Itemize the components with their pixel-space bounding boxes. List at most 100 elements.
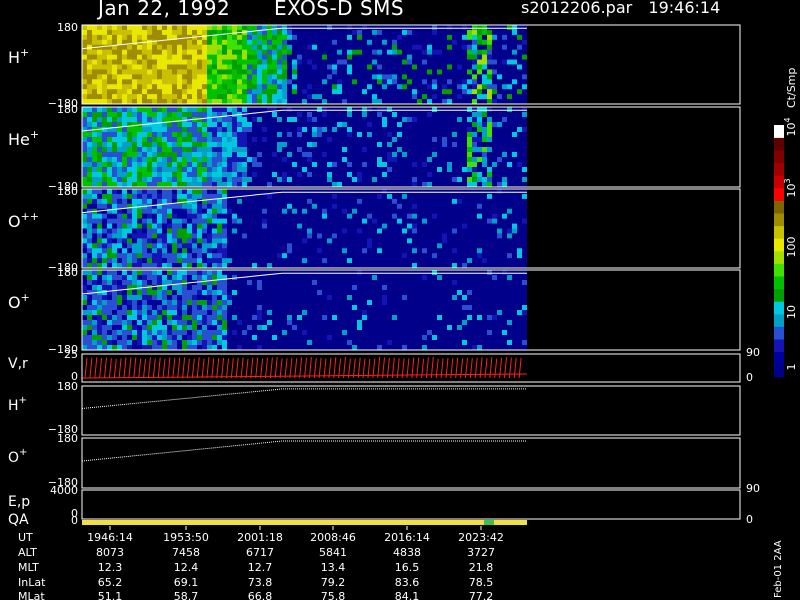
heatmap-cell xyxy=(522,117,527,123)
heatmap-cell xyxy=(297,39,302,46)
heatmap-cell xyxy=(117,238,122,244)
heatmap-cell xyxy=(142,147,147,153)
heatmap-cell xyxy=(282,325,287,331)
heatmap-cell xyxy=(492,157,497,163)
heatmap-cell xyxy=(182,203,187,210)
heatmap-cell xyxy=(407,238,412,244)
heatmap-cell xyxy=(277,325,282,331)
heatmap-cell xyxy=(372,54,377,61)
heatmap-cell xyxy=(227,137,232,143)
heatmap-cell xyxy=(432,79,437,85)
heatmap-cell xyxy=(92,335,97,341)
heatmap-cell xyxy=(512,39,517,46)
heatmap-cell xyxy=(342,64,347,70)
heatmap-cell xyxy=(327,218,332,225)
heatmap-cell xyxy=(322,167,327,173)
heatmap-cell xyxy=(492,218,497,225)
heatmap-cell xyxy=(452,218,457,225)
heatmap-cell xyxy=(102,335,107,341)
heatmap-cell xyxy=(447,172,452,178)
heatmap-cell xyxy=(207,228,212,234)
heatmap-cell xyxy=(237,213,242,220)
heatmap-cell xyxy=(502,142,507,148)
heatmap-cell xyxy=(517,117,522,123)
heatmap-cell xyxy=(352,34,357,41)
heatmap-cell xyxy=(197,258,202,264)
heatmap-cell xyxy=(407,94,412,100)
heatmap-cell xyxy=(192,54,197,61)
heatmap-cell xyxy=(302,238,307,244)
heatmap-cell xyxy=(227,89,232,95)
heatmap-cell xyxy=(307,127,312,133)
heatmap-cell xyxy=(377,112,382,118)
heatmap-cell xyxy=(337,142,342,148)
heatmap-cell xyxy=(132,198,137,205)
heatmap-cell xyxy=(147,208,152,215)
heatmap-cell xyxy=(477,79,482,85)
heatmap-cell xyxy=(247,29,252,36)
heatmap-cell xyxy=(157,79,162,85)
heatmap-cell xyxy=(387,117,392,123)
heatmap-cell xyxy=(177,142,182,148)
heatmap-cell xyxy=(132,248,137,254)
heatmap-cell xyxy=(142,112,147,118)
heatmap-cell xyxy=(487,29,492,36)
heatmap-cell xyxy=(262,152,267,158)
heatmap-cell xyxy=(207,147,212,153)
heatmap-cell xyxy=(502,208,507,215)
heatmap-cell xyxy=(312,29,317,36)
heatmap-cell xyxy=(337,238,342,244)
heatmap-cell xyxy=(362,137,367,143)
heatmap-cell xyxy=(97,300,102,306)
heatmap-cell xyxy=(247,325,252,331)
heatmap-cell xyxy=(432,223,437,229)
heatmap-cell xyxy=(172,59,177,65)
heatmap-cell xyxy=(282,49,287,56)
heatmap-cell xyxy=(447,127,452,133)
heatmap-cell xyxy=(492,94,497,100)
heatmap-cell xyxy=(172,233,177,239)
heatmap-cell xyxy=(497,152,502,158)
heatmap-cell xyxy=(407,137,412,143)
heatmap-cell xyxy=(222,122,227,128)
heatmap-cell xyxy=(207,275,212,281)
heatmap-cell xyxy=(252,54,257,61)
heatmap-cell xyxy=(252,223,257,229)
heatmap-cell xyxy=(92,94,97,100)
heatmap-cell xyxy=(197,275,202,281)
heatmap-cell xyxy=(497,49,502,56)
heatmap-cell xyxy=(117,34,122,41)
heatmap-cell xyxy=(152,258,157,264)
heatmap-cell xyxy=(322,162,327,168)
heatmap-cell xyxy=(222,198,227,205)
heatmap-cell xyxy=(177,39,182,46)
heatmap-cell xyxy=(182,218,187,225)
heatmap-cell xyxy=(467,137,472,143)
heatmap-cell xyxy=(97,258,102,264)
heatmap-cell xyxy=(487,74,492,80)
heatmap-cell xyxy=(327,89,332,95)
heatmap-cell xyxy=(312,49,317,56)
heatmap-cell xyxy=(347,152,352,158)
heatmap-cell xyxy=(502,233,507,239)
heatmap-cell xyxy=(172,64,177,70)
heatmap-cell xyxy=(442,228,447,234)
heatmap-cell xyxy=(232,39,237,46)
heatmap-cell xyxy=(287,330,292,336)
heatmap-cell xyxy=(222,223,227,229)
heatmap-cell xyxy=(177,228,182,234)
heatmap-cell xyxy=(107,64,112,70)
heatmap-cell xyxy=(172,44,177,51)
heatmap-cell xyxy=(122,59,127,65)
heatmap-cell xyxy=(242,238,247,244)
heatmap-cell xyxy=(147,142,152,148)
heatmap-cell xyxy=(347,34,352,41)
heatmap-cell xyxy=(237,177,242,183)
heatmap-cell xyxy=(212,258,217,264)
heatmap-cell xyxy=(387,127,392,133)
heatmap-cell xyxy=(492,59,497,65)
heatmap-cell xyxy=(327,177,332,183)
heatmap-cell xyxy=(452,233,457,239)
heatmap-cell xyxy=(242,335,247,341)
heatmap-cell xyxy=(272,64,277,70)
